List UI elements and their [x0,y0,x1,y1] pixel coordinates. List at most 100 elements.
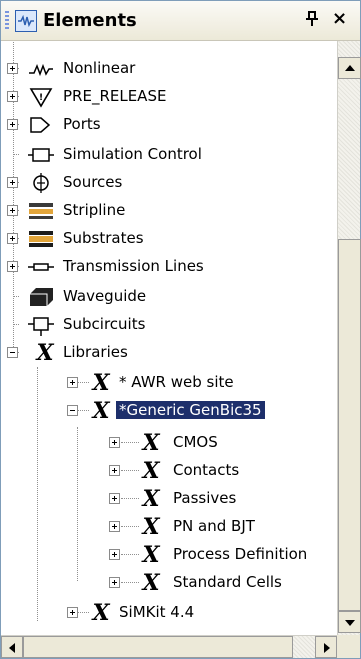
tree-node-stripline[interactable]: Stripline [1,197,337,225]
horizontal-scroll-thumb[interactable] [23,636,293,658]
expand-icon[interactable] [109,521,120,532]
tree-node-label: Transmission Lines [63,257,204,275]
tree-node-label: Ports [63,115,101,133]
tree-node-substrates[interactable]: Substrates [1,225,337,253]
tree-node-label: Standard Cells [173,573,282,591]
tree-node-libraries[interactable]: X Libraries [1,339,337,367]
expand-icon[interactable] [109,437,120,448]
tree-node-label: Libraries [63,343,128,361]
elements-panel: Elements × Nonlinear! PRE_RELEASE Ports Sim… [0,0,361,659]
tree-node-label: PN and BJT [173,517,255,535]
library-icon: X [137,459,165,483]
tree-node-pre-release[interactable]: ! PRE_RELEASE [1,83,337,111]
tree-node-label: Nonlinear [63,59,136,77]
waveguide-icon [27,285,55,309]
svg-text:X: X [34,341,54,365]
svg-text:X: X [90,371,110,395]
tree-node-label: Simulation Control [63,145,202,163]
tree-node-label: Waveguide [63,287,147,305]
drag-grip-icon[interactable] [5,11,9,31]
expand-icon[interactable] [109,465,120,476]
tree-node-label: CMOS [173,433,218,451]
collapse-icon[interactable] [67,405,78,416]
expand-icon[interactable] [7,261,18,272]
tree-node-sources[interactable]: Sources [1,169,337,197]
library-icon: X [87,399,115,423]
svg-text:X: X [90,399,110,423]
library-icon: X [87,371,115,395]
expand-icon[interactable] [109,493,120,504]
horizontal-scrollbar[interactable] [1,635,360,658]
elements-tree[interactable]: Nonlinear! PRE_RELEASE Ports Simulation Con… [1,41,337,631]
vertical-scroll-thumb[interactable] [338,239,361,611]
library-icon: X [137,431,165,455]
expand-icon[interactable] [7,205,18,216]
substrates-icon [27,227,55,251]
svg-text:X: X [90,601,110,625]
svg-text:X: X [140,431,160,455]
tree-node-label: Passives [173,489,237,507]
elements-icon [15,10,37,32]
tree-connector [13,324,19,325]
ports-icon [27,113,55,137]
tree-node-label: Sources [63,173,123,191]
tree-node-standard-cells[interactable]: X Standard Cells [1,569,337,597]
library-icon: X [137,487,165,511]
scroll-right-button[interactable] [315,636,337,658]
expand-icon[interactable] [109,577,120,588]
collapse-icon[interactable] [7,347,18,358]
tree-node-process-definition[interactable]: X Process Definition [1,541,337,569]
tree-node-contacts[interactable]: X Contacts [1,457,337,485]
tree-node-pn-and-bjt[interactable]: X PN and BJT [1,513,337,541]
expand-icon[interactable] [67,607,78,618]
expand-icon[interactable] [7,91,18,102]
pin-icon[interactable] [305,11,319,31]
tree-connector [13,296,19,297]
expand-icon[interactable] [7,119,18,130]
tree-node-simulation-control[interactable]: Simulation Control [1,141,337,169]
tree-node-generic-genbic35[interactable]: X *Generic GenBic35 [1,397,337,425]
tree-node-passives[interactable]: X Passives [1,485,337,513]
tree-node-cmos[interactable]: X CMOS [1,429,337,457]
tree-node-simkit-4-4[interactable]: X SiMKit 4.4 [1,599,337,627]
svg-text:X: X [140,543,160,567]
panel-titlebar[interactable]: Elements × [1,1,360,41]
pre-release-icon: ! [27,85,55,109]
nonlinear-icon [27,57,55,81]
expand-icon[interactable] [7,63,18,74]
tree-node-label: PRE_RELEASE [63,87,167,105]
stripline-icon [27,199,55,223]
tree-node-waveguide[interactable]: Waveguide [1,283,337,311]
tree-node-label: Contacts [173,461,240,479]
tree-node-awr-web-site[interactable]: X * AWR web site [1,369,337,397]
tree-node-label: Process Definition [173,545,308,563]
tree-node-transmission-lines[interactable]: Transmission Lines [1,253,337,281]
tree-node-label: * AWR web site [119,373,234,391]
tree-node-ports[interactable]: Ports [1,111,337,139]
tree-node-label: SiMKit 4.4 [119,603,195,621]
library-icon: X [137,571,165,595]
tree-node-nonlinear[interactable]: Nonlinear [1,55,337,83]
sources-icon [27,171,55,195]
scroll-up-button[interactable] [338,57,361,79]
tree-connector [13,154,19,155]
scroll-left-button[interactable] [1,636,23,658]
simulation-control-icon [27,143,55,167]
svg-text:X: X [140,459,160,483]
close-icon[interactable]: × [332,8,347,29]
svg-text:X: X [140,571,160,595]
tree-node-label: Substrates [63,229,144,247]
transmission-lines-icon [27,255,55,279]
svg-text:X: X [140,515,160,539]
expand-icon[interactable] [7,233,18,244]
tree-node-label: *Generic GenBic35 [116,401,265,419]
expand-icon[interactable] [109,549,120,560]
tree-node-subcircuits[interactable]: Subcircuits [1,311,337,339]
library-icon: X [137,543,165,567]
library-icon: X [137,515,165,539]
library-icon: X [31,341,59,365]
expand-icon[interactable] [7,177,18,188]
scroll-down-button[interactable] [338,611,361,633]
vertical-scrollbar[interactable] [337,41,361,635]
expand-icon[interactable] [67,377,78,388]
